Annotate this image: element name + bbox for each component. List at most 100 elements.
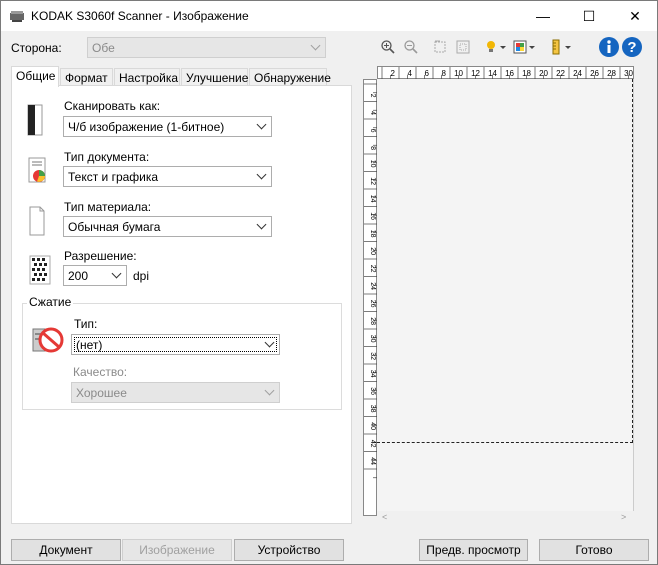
tab-detection[interactable]: Обнаружение [249, 68, 331, 86]
ruler-label: 44 [369, 457, 376, 465]
ruler-label: 4 [408, 69, 413, 78]
minimize-icon: — [536, 8, 550, 24]
maximize-button[interactable]: ☐ [566, 1, 612, 31]
chevron-down-icon [256, 219, 267, 230]
ruler-label: 14 [369, 195, 376, 203]
compression-title: Сжатие [27, 295, 74, 309]
brightness-menu-button[interactable] [483, 38, 509, 56]
preview-button-label: Предв. просмотр [426, 543, 521, 557]
ruler-label: 22 [556, 69, 565, 78]
ruler-label: 20 [539, 69, 548, 78]
ruler-label: 8 [369, 146, 376, 150]
close-icon: ✕ [629, 7, 641, 24]
rotate-button[interactable] [431, 38, 449, 56]
ruler-label: 28 [369, 317, 376, 325]
zoom-out-button[interactable] [402, 38, 420, 56]
chevron-down-icon [310, 40, 321, 51]
ruler-label: 24 [369, 282, 376, 290]
crop-button[interactable] [454, 38, 472, 56]
document-button[interactable]: Документ [11, 539, 121, 561]
ruler-label: 18 [369, 230, 376, 238]
ruler-label: 6 [425, 69, 430, 78]
side-label: Сторона: [11, 41, 62, 55]
document-button-label: Документ [39, 543, 93, 557]
help-icon: ? [622, 37, 642, 57]
close-button[interactable]: ✕ [612, 1, 658, 31]
lightbulb-icon [487, 41, 506, 52]
ruler-label: 8 [442, 69, 447, 78]
ruler-label: 16 [505, 69, 514, 78]
zoom-in-button[interactable] [379, 38, 397, 56]
scroll-left-arrow-icon[interactable]: < [382, 512, 387, 522]
scan-as-label: Сканировать как: [64, 99, 161, 113]
no-compression-icon [32, 327, 64, 353]
preview-button[interactable]: Предв. просмотр [419, 539, 528, 561]
ruler-left: 2 4 6 8 10 12 14 16 18 20 22 24 26 28 30 32 34 36 38 40 42 44 [363, 79, 378, 516]
image-button[interactable]: Изображение [122, 539, 232, 561]
doc-type-select[interactable]: Текст и графика [63, 166, 272, 187]
zoom-out-icon [404, 40, 418, 54]
tab-settings[interactable]: Настройка [114, 68, 180, 86]
quality-value: Хорошее [76, 386, 127, 400]
ruler-label: 12 [471, 69, 480, 78]
material-select[interactable]: Обычная бумага [63, 216, 272, 237]
ruler-label: 34 [369, 370, 376, 378]
ruler-label: 38 [369, 405, 376, 413]
color-menu-button[interactable] [512, 38, 538, 56]
scan-as-value: Ч/б изображение (1-битное) [68, 120, 225, 134]
window-title: KODAK S3060f Scanner - Изображение [31, 9, 249, 23]
scan-area-outline[interactable] [377, 79, 633, 443]
ruler-label: 40 [369, 422, 376, 430]
ruler-icon [552, 39, 571, 55]
info-button[interactable] [598, 36, 620, 58]
scanner-app-icon [10, 11, 24, 22]
doc-type-value: Текст и графика [68, 170, 159, 184]
vertical-scrollbar[interactable] [634, 79, 649, 511]
side-select[interactable]: Обе [87, 37, 326, 58]
done-button[interactable]: Готово [539, 539, 649, 561]
maximize-icon: ☐ [582, 7, 596, 24]
document-type-icon [28, 157, 46, 183]
preview-area[interactable] [377, 79, 634, 511]
tab-detection-label: Обнаружение [254, 71, 331, 85]
horizontal-scrollbar[interactable]: < > [377, 511, 634, 525]
help-button[interactable]: ? [621, 36, 643, 58]
scroll-right-arrow-icon[interactable]: > [621, 512, 626, 522]
ruler-label: 10 [369, 160, 376, 168]
bw-page-icon [27, 104, 43, 136]
material-value: Обычная бумага [68, 220, 161, 234]
color-palette-icon [513, 40, 535, 54]
scan-as-select[interactable]: Ч/б изображение (1-битное) [63, 116, 272, 137]
chevron-down-icon [264, 337, 275, 348]
resolution-label: Разрешение: [64, 249, 137, 263]
compression-type-value: (нет) [76, 338, 103, 352]
device-button-label: Устройство [257, 543, 321, 557]
ruler-label: 6 [369, 129, 376, 133]
ruler-label: 26 [590, 69, 599, 78]
ruler-menu-button[interactable] [548, 38, 574, 56]
title-bar: KODAK S3060f Scanner - Изображение — ☐ ✕ [1, 1, 657, 31]
ruler-label: 42 [369, 440, 376, 448]
ruler-label: 16 [369, 212, 376, 220]
ruler-label: 14 [488, 69, 497, 78]
device-button[interactable]: Устройство [234, 539, 344, 561]
resolution-select[interactable]: 200 [63, 265, 127, 286]
ruler-label: 22 [369, 265, 376, 273]
rotate-icon [434, 40, 446, 53]
minimize-button[interactable]: — [520, 1, 566, 31]
ruler-label: 2 [369, 94, 376, 98]
tab-format[interactable]: Формат [60, 68, 113, 86]
ruler-top: 2 4 6 8 10 12 14 16 18 20 22 24 26 28 30 [377, 66, 646, 80]
chevron-down-icon [264, 385, 275, 396]
resolution-unit: dpi [133, 269, 150, 283]
side-select-value: Обе [92, 41, 115, 55]
compression-type-select[interactable]: (нет) [71, 334, 280, 355]
material-label: Тип материала: [64, 200, 152, 214]
quality-select[interactable]: Хорошее [71, 382, 280, 403]
compression-type-label: Тип: [74, 317, 98, 331]
ruler-label: 2 [391, 69, 396, 78]
tab-general[interactable]: Общие [11, 66, 59, 87]
ruler-label: 12 [369, 177, 376, 185]
tab-enhancement[interactable]: Улучшение [181, 68, 248, 86]
chevron-down-icon [256, 119, 267, 130]
